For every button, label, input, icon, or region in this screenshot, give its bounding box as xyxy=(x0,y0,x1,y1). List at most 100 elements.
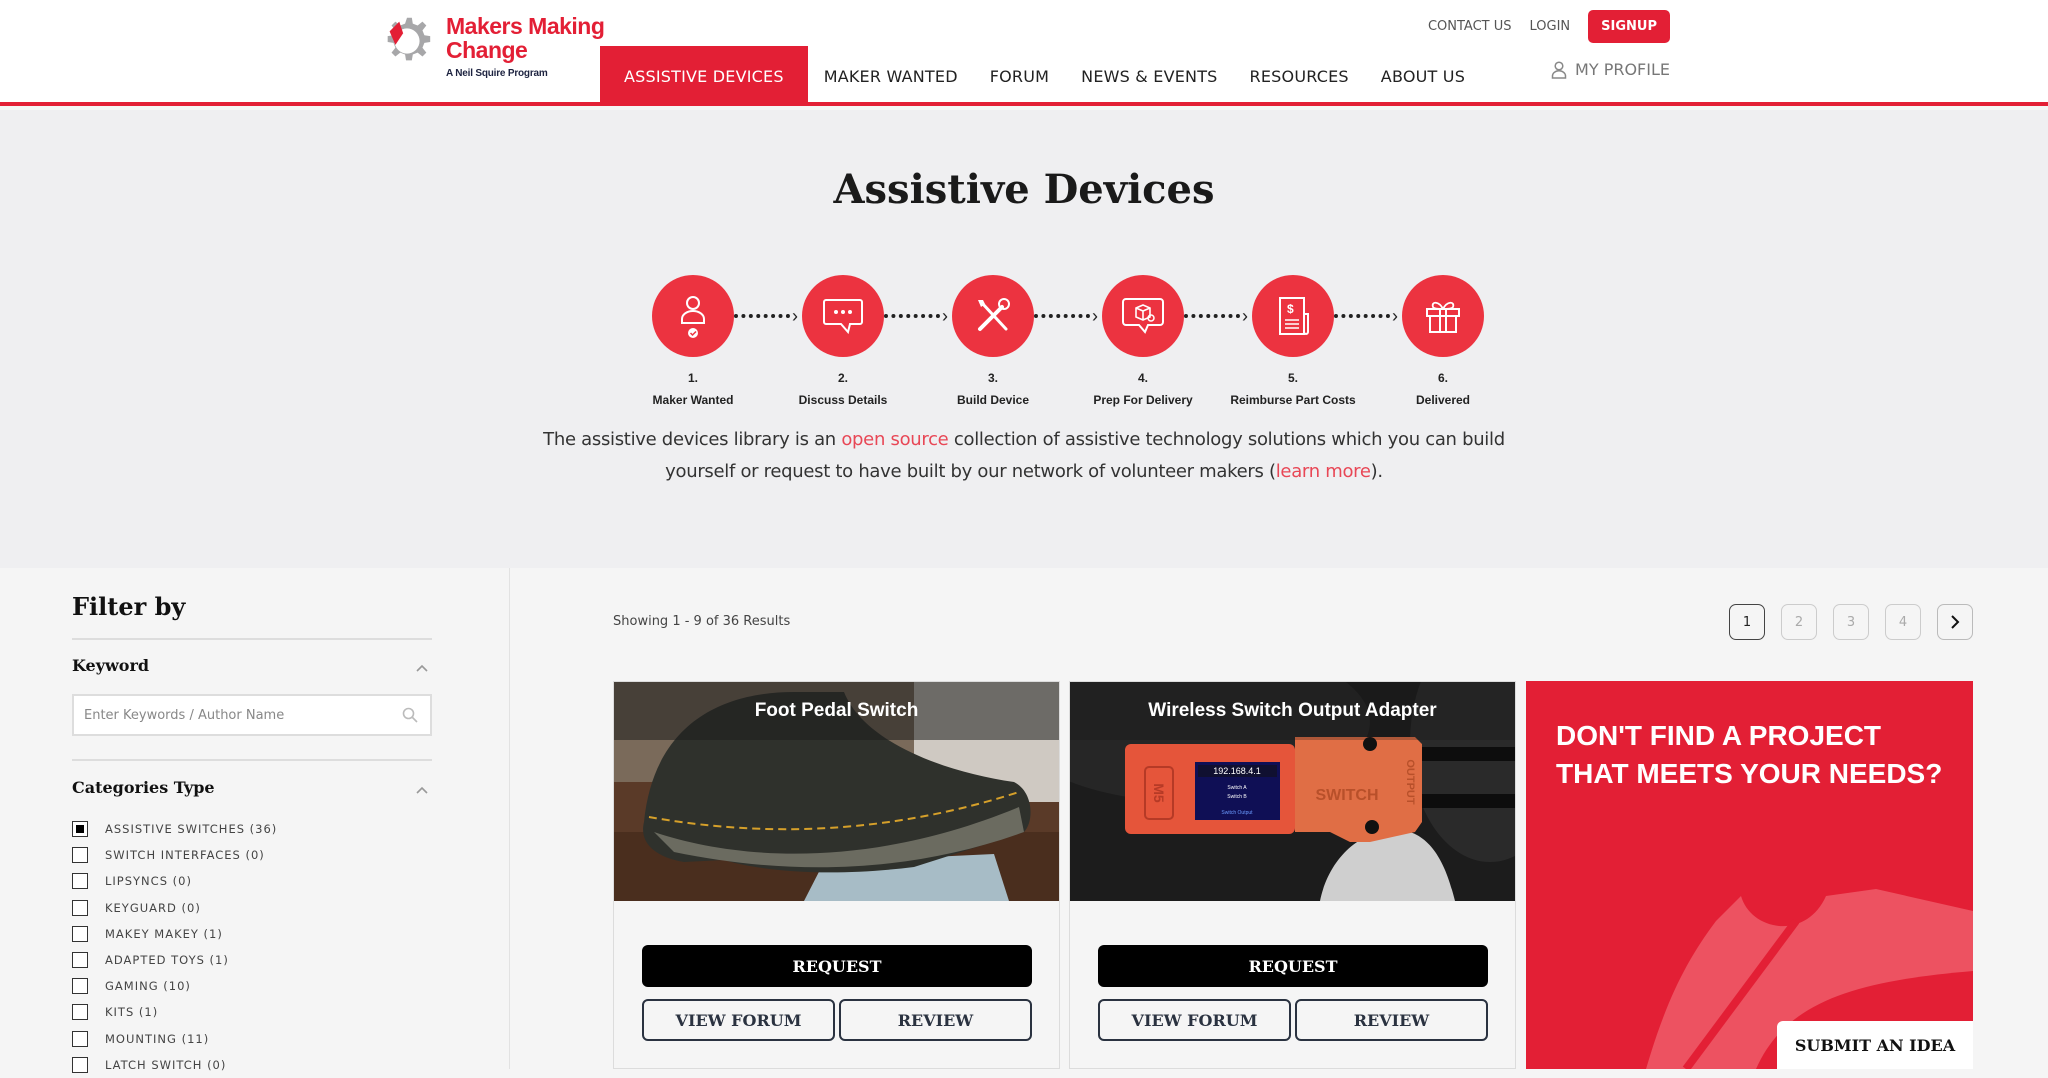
open-source-link[interactable]: open source xyxy=(841,429,948,450)
nav-forum[interactable]: FORUM xyxy=(974,46,1065,106)
category-assistive-switches[interactable]: ASSISTIVE SWITCHES (36) xyxy=(72,816,277,842)
card-title[interactable]: Wireless Switch Output Adapter xyxy=(1070,682,1515,740)
checkbox[interactable] xyxy=(72,899,88,916)
brand-line-1: Makers Making xyxy=(446,13,605,39)
step-number: 5. xyxy=(1287,371,1298,385)
project-image[interactable]: 192.168.4.1 Switch A Switch B Switch Out… xyxy=(1070,682,1515,901)
receipt-icon: $ xyxy=(1279,297,1309,335)
next-page-button[interactable] xyxy=(1937,604,1973,640)
project-image[interactable]: Foot Pedal Switch xyxy=(614,682,1059,901)
step-label: Prep For Delivery xyxy=(1093,393,1193,407)
device-switch-a-text: Switch A xyxy=(1227,785,1247,791)
step-number: 4. xyxy=(1137,371,1148,385)
category-label: MOUNTING (11) xyxy=(105,1031,210,1046)
category-gaming[interactable]: GAMING (10) xyxy=(72,973,277,999)
device-ip-text: 192.168.4.1 xyxy=(1213,766,1261,776)
project-card: 192.168.4.1 Switch A Switch B Switch Out… xyxy=(1069,681,1516,1069)
category-adapted-toys[interactable]: ADAPTED TOYS (1) xyxy=(72,947,277,973)
brand-name: Makers Making Change xyxy=(446,13,605,62)
tools-icon xyxy=(978,298,1010,331)
category-lipsyncs[interactable]: LIPSYNCS (0) xyxy=(72,868,277,894)
view-forum-button[interactable]: VIEW FORUM xyxy=(642,999,835,1041)
person-check-icon xyxy=(681,296,705,338)
checkbox[interactable] xyxy=(72,821,88,838)
category-label: ADAPTED TOYS (1) xyxy=(105,953,229,968)
site-logo[interactable]: Makers Making Change A Neil Squire Progr… xyxy=(378,10,608,85)
review-button[interactable]: REVIEW xyxy=(1295,999,1488,1041)
category-keyguard[interactable]: KEYGUARD (0) xyxy=(72,895,277,921)
checkbox[interactable] xyxy=(72,1056,88,1073)
top-utility-nav: CONTACT US LOGIN SIGNUP xyxy=(1428,10,1670,43)
keyword-input[interactable] xyxy=(74,696,374,734)
nav-news-events[interactable]: NEWS & EVENTS xyxy=(1065,46,1233,106)
main-nav: ASSISTIVE DEVICES MAKER WANTED FORUM NEW… xyxy=(600,46,1481,106)
category-label: GAMING (10) xyxy=(105,979,191,994)
gift-icon xyxy=(1426,301,1460,333)
step-label: Discuss Details xyxy=(798,393,888,407)
divider xyxy=(72,759,432,761)
step-circle xyxy=(1402,275,1484,357)
process-steps: 1. Maker Wanted › 2. Discuss Details › 3… xyxy=(618,275,1484,415)
keyword-section-title[interactable]: Keyword xyxy=(72,656,149,675)
search-icon[interactable] xyxy=(402,707,418,723)
learn-more-link[interactable]: learn more xyxy=(1276,461,1371,482)
step-circle: $ xyxy=(1252,275,1334,357)
request-button[interactable]: REQUEST xyxy=(1098,945,1488,987)
chevron-up-icon[interactable] xyxy=(414,660,430,676)
step-delivered: 6. Delivered xyxy=(1368,275,1518,407)
category-kits[interactable]: KITS (1) xyxy=(72,999,277,1025)
brand-tagline: A Neil Squire Program xyxy=(446,68,548,79)
step-number: 2. xyxy=(837,371,848,385)
checkbox[interactable] xyxy=(72,925,88,942)
category-switch-interfaces[interactable]: SWITCH INTERFACES (0) xyxy=(72,842,277,868)
categories-section-title[interactable]: Categories Type xyxy=(72,778,215,797)
category-mounting[interactable]: MOUNTING (11) xyxy=(72,1026,277,1052)
checkbox[interactable] xyxy=(72,847,88,864)
category-makey-makey[interactable]: MAKEY MAKEY (1) xyxy=(72,921,277,947)
cta-heading: DON'T FIND A PROJECT THAT MEETS YOUR NEE… xyxy=(1556,720,1943,789)
nav-resources[interactable]: RESOURCES xyxy=(1234,46,1365,106)
divider xyxy=(72,638,432,640)
category-label: LATCH SWITCH (0) xyxy=(105,1057,227,1072)
signup-button[interactable]: SIGNUP xyxy=(1588,10,1670,43)
card-title[interactable]: Foot Pedal Switch xyxy=(614,682,1059,740)
view-forum-button[interactable]: VIEW FORUM xyxy=(1098,999,1291,1041)
page-4-button[interactable]: 4 xyxy=(1885,604,1921,640)
device-switch-text: SWITCH xyxy=(1315,787,1378,804)
category-label: KITS (1) xyxy=(105,1005,159,1020)
checkbox[interactable] xyxy=(72,1004,88,1021)
review-button[interactable]: REVIEW xyxy=(839,999,1032,1041)
nav-assistive-devices[interactable]: ASSISTIVE DEVICES xyxy=(600,46,808,106)
checkbox[interactable] xyxy=(72,1030,88,1047)
category-label: ASSISTIVE SWITCHES (36) xyxy=(105,822,278,837)
step-circle xyxy=(952,275,1034,357)
checkbox[interactable] xyxy=(72,873,88,890)
category-latch-switch[interactable]: LATCH SWITCH (0) xyxy=(72,1052,277,1078)
login-link[interactable]: LOGIN xyxy=(1530,19,1571,34)
keyword-search-field xyxy=(72,694,432,736)
checkbox[interactable] xyxy=(72,978,88,995)
step-circle xyxy=(1102,275,1184,357)
device-m5-text: M5 xyxy=(1151,783,1167,803)
hero-section: Assistive Devices 1. Maker Wanted › 2. D… xyxy=(0,110,2048,568)
step-label: Reimburse Part Costs xyxy=(1230,393,1356,407)
request-button[interactable]: REQUEST xyxy=(642,945,1032,987)
category-label: MAKEY MAKEY (1) xyxy=(105,926,223,941)
nav-about-us[interactable]: ABOUT US xyxy=(1365,46,1481,106)
category-checkbox-list: ASSISTIVE SWITCHES (36) SWITCH INTERFACE… xyxy=(72,816,277,1078)
submit-idea-button[interactable]: SUBMIT AN IDEA xyxy=(1777,1021,1973,1069)
page-1-button[interactable]: 1 xyxy=(1729,604,1765,640)
contact-us-link[interactable]: CONTACT US xyxy=(1428,19,1512,34)
step-maker-wanted: 1. Maker Wanted xyxy=(618,275,768,407)
checkbox[interactable] xyxy=(72,952,88,969)
nav-maker-wanted[interactable]: MAKER WANTED xyxy=(808,46,974,106)
filter-title: Filter by xyxy=(72,592,186,621)
page-3-button[interactable]: 3 xyxy=(1833,604,1869,640)
results-area: Showing 1 - 9 of 36 Results 1 2 3 4 Foot… xyxy=(511,568,2048,1069)
results-count: Showing 1 - 9 of 36 Results xyxy=(613,614,791,629)
page-2-button[interactable]: 2 xyxy=(1781,604,1817,640)
chevron-right-icon xyxy=(1951,615,1960,629)
chevron-up-icon[interactable] xyxy=(414,782,430,798)
category-label: SWITCH INTERFACES (0) xyxy=(105,848,265,863)
my-profile-link[interactable]: MY PROFILE xyxy=(1551,60,1670,79)
